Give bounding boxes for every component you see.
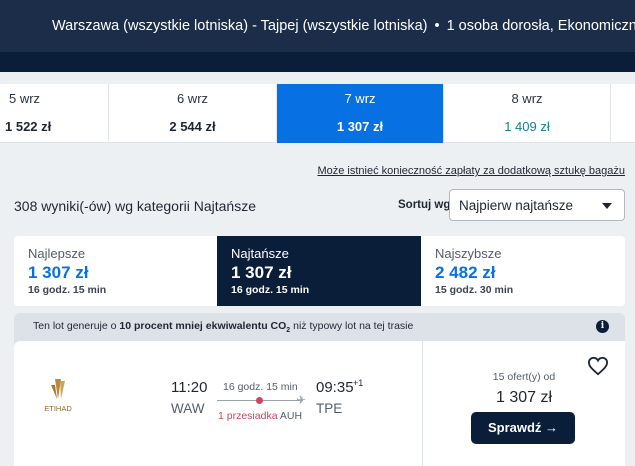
sort-tabs: Najlepsze 1 307 zł 16 godz. 15 min Najta… [14, 236, 625, 306]
price-panel: 15 ofert(y) od 1 307 zł Sprawdź → [423, 341, 625, 466]
sort-dropdown[interactable]: Najpierw najtańsze [449, 189, 625, 221]
date-price: 1 409 zł [504, 119, 550, 134]
airline-logo-text: ETIHAD [44, 404, 72, 413]
info-icon[interactable]: i [596, 320, 609, 333]
date-label: 7 wrz [344, 91, 376, 106]
separator-dot: • [434, 18, 440, 34]
offers-count: 15 ofert(y) od [492, 371, 556, 383]
eco-info-text: Ten lot generuje o 10 procent mniej ekwi… [33, 320, 413, 334]
tab-title: Najlepsze [28, 246, 86, 261]
search-summary[interactable]: Warszawa (wszystkie lotniska) - Tajpej (… [52, 18, 635, 34]
check-button[interactable]: Sprawdź → [471, 412, 575, 444]
tab-duration: 16 godz. 15 min [28, 284, 107, 296]
sort-label: Sortuj wg [398, 199, 451, 211]
departure-time: 11:20 [171, 379, 208, 396]
caret-down-icon [602, 203, 612, 209]
departure-airport: WAW [171, 401, 205, 416]
tab-price: 1 307 zł [28, 263, 89, 282]
eco-prefix: Ten lot generuje o [33, 320, 120, 332]
search-summary-bar[interactable]: Warszawa (wszystkie lotniska) - Tajpej (… [0, 0, 635, 52]
offer-price: 1 307 zł [495, 389, 553, 406]
etihad-logo: ETIHAD [44, 379, 72, 413]
tab-price: 2 482 zł [435, 263, 496, 282]
date-price: 2 544 zł [169, 119, 216, 134]
stop-dot-icon [256, 397, 263, 404]
route-text: Warszawa (wszystkie lotniska) - Tajpej (… [52, 18, 428, 34]
date-cell-7-selected[interactable]: 7 wrz 1 307 zł [277, 84, 444, 143]
arrival-day-offset: +1 [353, 378, 364, 388]
date-price: 1 307 zł [336, 119, 384, 134]
tab-cheapest[interactable]: Najtańsze 1 307 zł 16 godz. 15 min [217, 236, 421, 306]
eco-suffix: niż typowy lot na tej trasie [290, 320, 414, 332]
stops-info: 1 przesiadka AUH [218, 410, 302, 422]
tab-duration: 15 godz. 30 min [435, 284, 514, 296]
top-header: Warszawa (wszystkie lotniska) - Tajpej (… [0, 0, 635, 72]
passengers-text: 1 osoba dorosła, Ekonomiczna [446, 18, 635, 34]
date-cell-6[interactable]: 6 wrz 2 544 zł [109, 84, 277, 143]
date-price-strip: 5 wrz 1 522 zł 6 wrz 2 544 zł 7 wrz 1 30… [0, 84, 635, 143]
tab-price: 1 307 zł [231, 263, 292, 282]
flight-result-card: Ten lot generuje o 10 procent mniej ekwi… [14, 313, 625, 466]
tab-title: Najszybsze [435, 246, 502, 261]
arrival-time: 09:35 [316, 379, 354, 396]
stops-count: 1 przesiadka [218, 410, 278, 422]
flight-duration: 16 godz. 15 min [223, 381, 298, 393]
date-label: 5 wrz [9, 91, 41, 106]
arrival-airport: TPE [316, 401, 343, 416]
tab-title: Najtańsze [231, 246, 289, 261]
results-count: 308 wyniki(-ów) wg kategorii Najtańsze [14, 198, 256, 214]
tab-best[interactable]: Najlepsze 1 307 zł 16 godz. 15 min [14, 236, 218, 306]
date-cell-8[interactable]: 8 wrz 1 409 zł [444, 84, 611, 143]
sort-value: Najpierw najtańsze [459, 198, 574, 213]
tab-duration: 16 godz. 15 min [231, 284, 310, 296]
flight-details[interactable]: ETIHAD 11:20 WAW 16 godz. 15 min ✈ 1 prz… [14, 341, 422, 466]
baggage-fee-link[interactable]: Może istnieć konieczność zapłaty za doda… [317, 165, 625, 177]
date-cell-5[interactable]: 5 wrz 1 522 zł [0, 84, 109, 143]
date-label: 6 wrz [176, 91, 209, 106]
date-label: 8 wrz [511, 91, 543, 106]
date-price: 1 522 zł [5, 119, 52, 134]
stop-airport: AUH [279, 410, 303, 422]
plane-icon: ✈ [296, 393, 307, 407]
eco-bold: 10 procent mniej ekwiwalentu CO [119, 320, 287, 332]
tab-fastest[interactable]: Najszybsze 2 482 zł 15 godz. 30 min [421, 236, 625, 306]
